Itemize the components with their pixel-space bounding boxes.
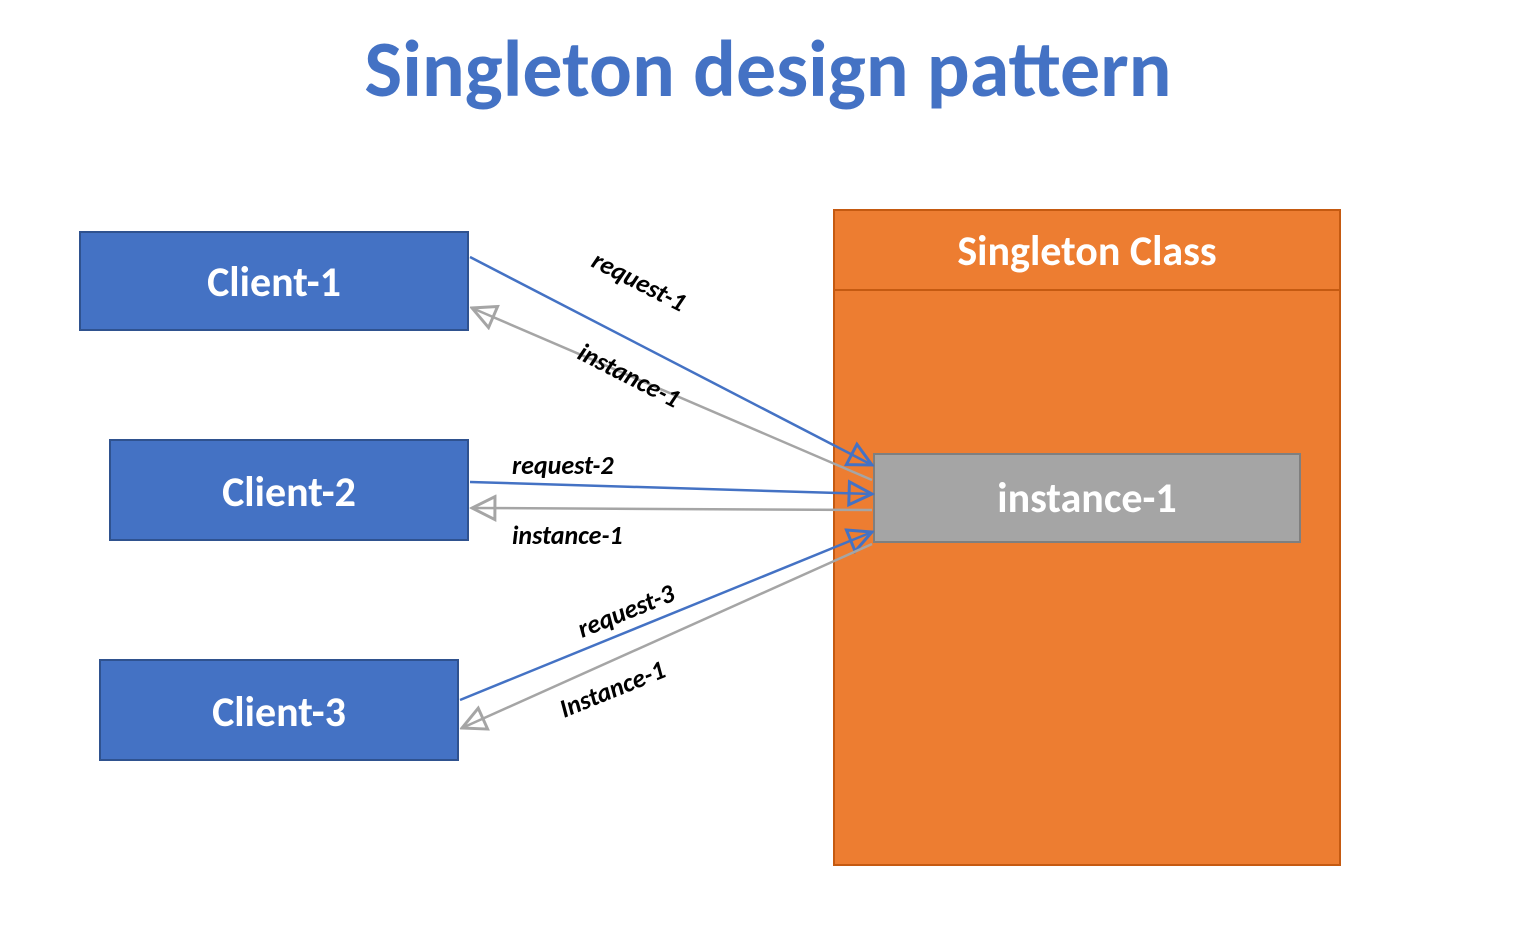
response-2-label: instance-1 — [512, 519, 623, 551]
client-3-label: Client-3 — [212, 687, 346, 738]
client-2-label: Client-2 — [222, 467, 356, 518]
response-3-arrow — [462, 544, 872, 728]
singleton-class-title: Singleton Class — [957, 226, 1216, 277]
response-2-arrow — [472, 508, 872, 510]
singleton-instance-label: instance-1 — [997, 473, 1176, 524]
request-2-arrow — [470, 482, 872, 494]
response-1-label: instance-1 — [573, 336, 686, 415]
client-2-box: Client-2 — [110, 440, 468, 540]
diagram-root: Singleton design pattern Singleton Class… — [0, 0, 1536, 937]
request-2-label: request-2 — [512, 449, 614, 481]
singleton-container: Singleton Class instance-1 — [834, 210, 1340, 865]
client-1-box: Client-1 — [80, 232, 468, 330]
client-3-box: Client-3 — [100, 660, 458, 760]
request-1-label: request-1 — [587, 244, 692, 319]
client-1-label: Client-1 — [207, 257, 341, 308]
response-3-label: Instance-1 — [555, 653, 670, 724]
diagram-title: Singleton design pattern — [364, 21, 1171, 118]
request-3-label: request-3 — [573, 576, 680, 644]
